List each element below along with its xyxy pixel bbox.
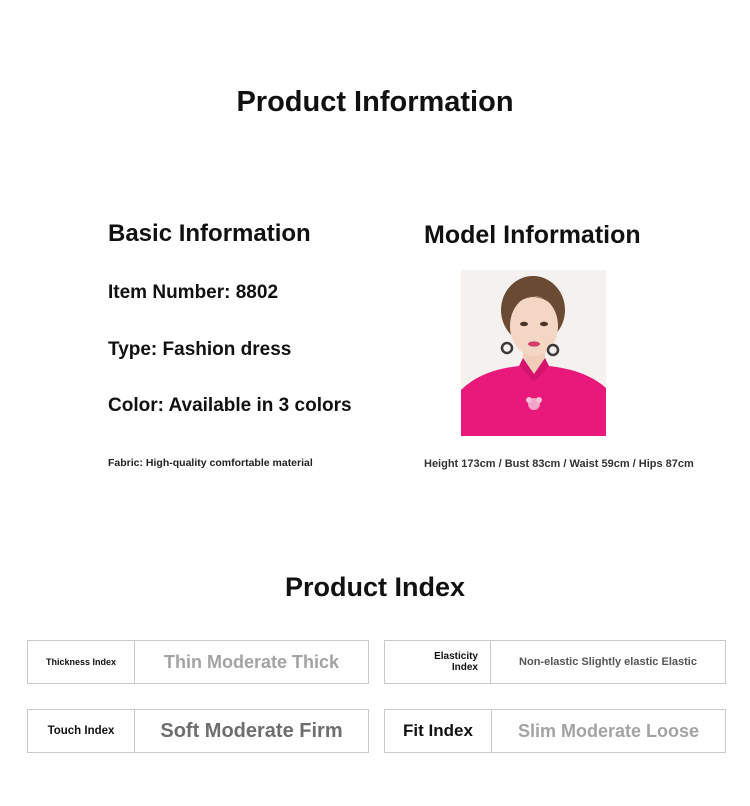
elasticity-index-row: Elasticity Index Non-elastic Slightly el… bbox=[384, 640, 726, 684]
model-photo bbox=[461, 270, 606, 436]
item-number-text: Item Number: 8802 bbox=[108, 282, 279, 303]
product-index-title: Product Index bbox=[284, 572, 466, 602]
thickness-index-label: Thickness Index bbox=[28, 641, 135, 683]
fit-index-label: Fit Index bbox=[385, 710, 492, 752]
fit-index-row: Fit Index Slim Moderate Loose bbox=[384, 709, 726, 753]
elasticity-label-line2: Index bbox=[451, 662, 478, 673]
fit-index-values: Slim Moderate Loose bbox=[517, 720, 700, 741]
touch-index-row: Touch Index Soft Moderate Firm bbox=[27, 709, 369, 753]
elasticity-index-label: Elasticity Index bbox=[385, 641, 491, 683]
page-title: Product Information bbox=[236, 86, 514, 118]
thickness-index-row: Thickness Index Thin Moderate Thick bbox=[27, 640, 369, 684]
touch-index-label: Touch Index bbox=[28, 710, 135, 752]
model-info-heading: Model Information bbox=[424, 221, 641, 249]
basic-info-heading: Basic Information bbox=[108, 220, 311, 247]
touch-index-values: Soft Moderate Firm bbox=[160, 719, 343, 742]
fabric-text: Fabric: High-quality comfortable materia… bbox=[108, 457, 313, 469]
elasticity-label-line1: Elasticity bbox=[434, 651, 478, 662]
thickness-index-values: Thin Moderate Thick bbox=[163, 651, 340, 672]
model-illustration bbox=[461, 270, 606, 436]
color-text: Color: Available in 3 colors bbox=[108, 395, 352, 416]
type-text: Type: Fashion dress bbox=[108, 339, 292, 360]
elasticity-index-values: Non-elastic Slightly elastic Elastic bbox=[519, 656, 697, 668]
model-measurements: Height 173cm / Bust 83cm / Waist 59cm / … bbox=[424, 458, 694, 470]
